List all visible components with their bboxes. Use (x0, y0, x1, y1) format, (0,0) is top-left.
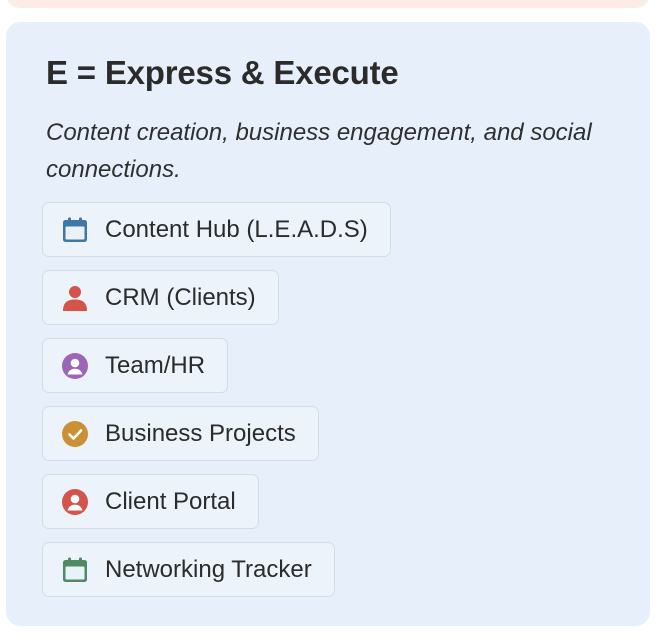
link-list: Content Hub (L.E.A.D.S) CRM (Clients) Te… (42, 202, 391, 610)
calendar-icon (61, 216, 89, 244)
previous-card (6, 0, 650, 8)
check-circle-icon (61, 420, 89, 448)
person-circle-icon (61, 352, 89, 380)
link-business-projects[interactable]: Business Projects (42, 406, 319, 461)
express-execute-card: E = Express & Execute Content creation, … (6, 22, 650, 626)
link-team-hr[interactable]: Team/HR (42, 338, 229, 393)
link-label: Team/HR (105, 351, 206, 379)
link-crm-clients[interactable]: CRM (Clients) (42, 270, 279, 325)
person-circle-icon (61, 488, 89, 516)
link-client-portal[interactable]: Client Portal (42, 474, 259, 529)
link-content-hub[interactable]: Content Hub (L.E.A.D.S) (42, 202, 391, 257)
person-icon (61, 284, 89, 312)
calendar-icon (61, 556, 89, 584)
link-label: Client Portal (105, 487, 236, 515)
link-label: Content Hub (L.E.A.D.S) (105, 215, 368, 243)
link-label: Networking Tracker (105, 555, 312, 583)
link-label: CRM (Clients) (105, 283, 256, 311)
link-networking-tracker[interactable]: Networking Tracker (42, 542, 335, 597)
card-description: Content creation, business engagement, a… (46, 119, 592, 183)
card-title: E = Express & Execute (46, 54, 399, 91)
link-label: Business Projects (105, 419, 296, 447)
